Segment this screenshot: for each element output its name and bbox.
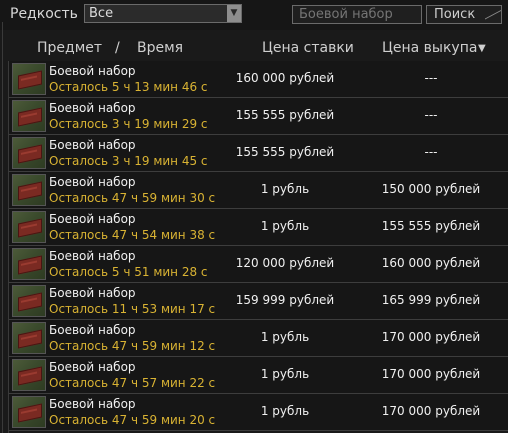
combat-kit-item-icon	[12, 322, 46, 354]
combat-kit-item-icon	[12, 248, 46, 280]
buyout-price: 170 000 рублей	[381, 404, 481, 418]
item-name: Боевой набор	[49, 360, 136, 374]
column-header-buyout[interactable]: Цена выкупа	[382, 40, 477, 56]
rarity-selected-value: Все	[89, 6, 114, 21]
auction-list: Боевой набор Осталось 5 ч 13 мин 46 с 160 …	[8, 61, 508, 433]
column-header-time[interactable]: Время	[137, 40, 183, 56]
bid-price: 1 рубль	[260, 182, 310, 196]
combat-kit-item-icon	[12, 100, 46, 132]
crate-icon	[18, 366, 42, 386]
buyout-price: ---	[424, 71, 438, 85]
combat-kit-item-icon	[12, 396, 46, 428]
buyout-price: 160 000 рублей	[381, 256, 481, 270]
table-row[interactable]: Боевой набор Осталось 47 ч 59 мин 20 с1 р…	[9, 394, 508, 431]
sort-descending-icon[interactable]: ▼	[478, 43, 486, 54]
table-row[interactable]: Боевой набор Осталось 3 ч 19 мин 45 с 155 …	[9, 135, 508, 172]
table-row[interactable]: Боевой набор Осталось 47 ч 59 мин 12 с1 р…	[9, 320, 508, 357]
bid-price: 1 рубль	[260, 219, 310, 233]
item-name: Боевой набор	[49, 101, 136, 115]
item-name: Боевой набор	[49, 175, 136, 189]
column-header-separator: /	[115, 40, 120, 56]
table-row[interactable]: Боевой набор Осталось 3 ч 19 мин 29 с 155 …	[9, 98, 508, 135]
rarity-dropdown[interactable]: Все ▼	[84, 4, 242, 23]
buyout-price: 170 000 рублей	[381, 330, 481, 344]
table-row[interactable]: Боевой набор Осталось 47 ч 54 мин 38 с1 р…	[9, 209, 508, 246]
search-input[interactable]	[292, 5, 422, 24]
crate-icon	[18, 329, 42, 349]
bid-price: 155 555 рублей	[235, 145, 335, 159]
combat-kit-item-icon	[12, 137, 46, 169]
combat-kit-item-icon	[12, 174, 46, 206]
buyout-price: ---	[424, 145, 438, 159]
crate-icon	[18, 255, 42, 275]
bid-price: 1 рубль	[260, 404, 310, 418]
item-name: Боевой набор	[49, 138, 136, 152]
column-header-item[interactable]: Предмет	[37, 40, 102, 56]
search-button[interactable]: Поиск	[426, 5, 502, 34]
crate-icon	[18, 218, 42, 238]
buyout-price: 170 000 рублей	[381, 367, 481, 381]
table-row[interactable]: Боевой набор Осталось 47 ч 59 мин 30 с1 р…	[9, 172, 508, 209]
filter-bar: Редкость Все ▼ Поиск	[0, 0, 508, 34]
dropdown-arrow-icon[interactable]: ▼	[227, 5, 241, 22]
crate-icon	[18, 181, 42, 201]
bid-price: 1 рубль	[260, 330, 310, 344]
combat-kit-item-icon	[12, 359, 46, 391]
bid-price: 120 000 рублей	[235, 256, 335, 270]
bid-price: 155 555 рублей	[235, 108, 335, 122]
bid-price: 159 999 рублей	[235, 293, 335, 307]
search-button-label: Поиск	[434, 7, 476, 22]
item-name: Боевой набор	[49, 397, 136, 411]
list-border	[2, 22, 3, 433]
column-header-bid[interactable]: Цена ставки	[262, 40, 354, 56]
table-header: Предмет / Время Цена ставки Цена выкупа …	[0, 38, 508, 60]
crate-icon	[18, 403, 42, 423]
button-corner-decoration	[485, 10, 501, 34]
item-name: Боевой набор	[49, 212, 136, 226]
crate-icon	[18, 70, 42, 90]
crate-icon	[18, 292, 42, 312]
item-name: Боевой набор	[49, 249, 136, 263]
table-row[interactable]: Боевой набор Осталось 5 ч 13 мин 46 с 160 …	[9, 61, 508, 98]
bid-price: 1 рубль	[260, 367, 310, 381]
buyout-price: 155 555 рублей	[381, 219, 481, 233]
table-row[interactable]: Боевой набор Осталось 47 ч 57 мин 22 с1 р…	[9, 357, 508, 394]
item-name: Боевой набор	[49, 64, 136, 78]
combat-kit-item-icon	[12, 63, 46, 95]
buyout-price: 150 000 рублей	[381, 182, 481, 196]
item-name: Боевой набор	[49, 286, 136, 300]
buyout-price: 165 999 рублей	[381, 293, 481, 307]
crate-icon	[18, 144, 42, 164]
rarity-label: Редкость	[10, 6, 78, 22]
crate-icon	[18, 107, 42, 127]
item-name: Боевой набор	[49, 323, 136, 337]
combat-kit-item-icon	[12, 285, 46, 317]
buyout-price: ---	[424, 108, 438, 122]
bid-price: 160 000 рублей	[235, 71, 335, 85]
table-row[interactable]: Боевой набор Осталось 5 ч 51 мин 28 с 120 …	[9, 246, 508, 283]
combat-kit-item-icon	[12, 211, 46, 243]
table-row[interactable]: Боевой набор Осталось 11 ч 53 мин 17 с 159…	[9, 283, 508, 320]
